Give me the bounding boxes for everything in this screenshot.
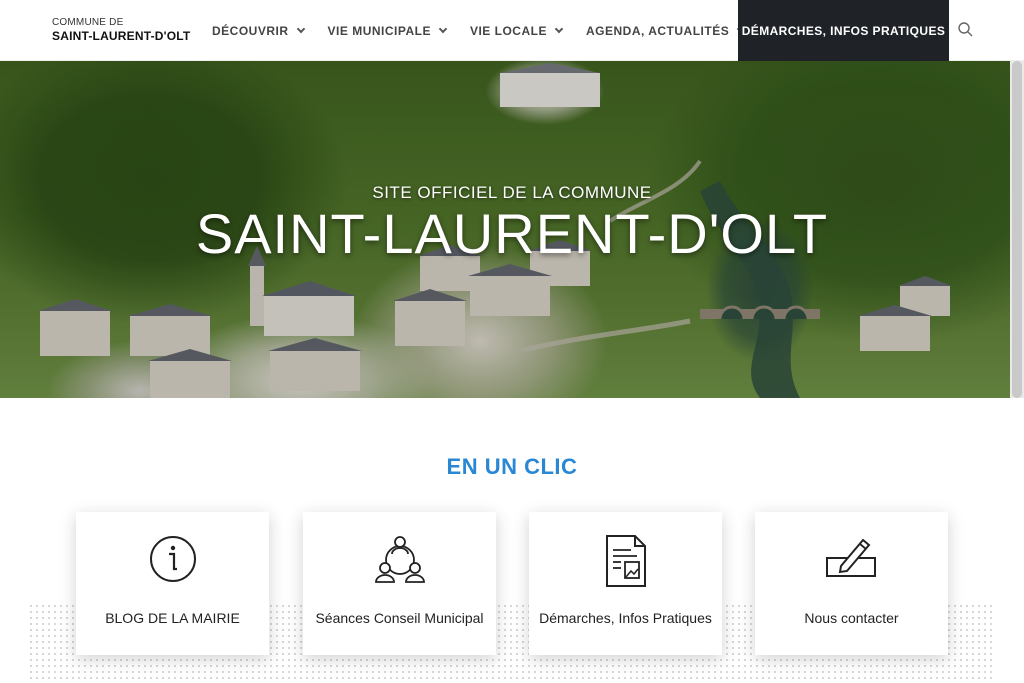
chevron-down-icon	[296, 24, 305, 33]
council-icon	[303, 534, 496, 590]
hero-banner: SITE OFFICIEL DE LA COMMUNE SAINT-LAUREN…	[0, 61, 1010, 398]
scrollbar-thumb[interactable]	[1012, 61, 1022, 398]
document-icon	[529, 534, 722, 590]
nav-item-decouvrir[interactable]: DÉCOUVRIR	[212, 0, 305, 61]
hero-subtitle: SITE OFFICIEL DE LA COMMUNE	[372, 183, 652, 202]
nav-demarches-button[interactable]: DÉMARCHES, INFOS PRATIQUES	[738, 0, 949, 61]
section-title: EN UN CLIC	[446, 454, 578, 479]
hero-title: SAINT-LAURENT-D'OLT	[195, 202, 829, 265]
card-label: Séances Conseil Municipal	[315, 609, 484, 626]
scrollbar[interactable]	[1010, 61, 1024, 398]
card-demarches[interactable]: Démarches, Infos Pratiques	[529, 512, 722, 655]
write-icon	[755, 534, 948, 590]
card-label: Démarches, Infos Pratiques	[539, 609, 712, 626]
logo-main-text: SAINT-LAURENT-D'OLT	[52, 29, 191, 43]
info-icon	[76, 534, 269, 590]
chevron-down-icon	[554, 24, 564, 33]
site-header: COMMUNE DE SAINT-LAURENT-D'OLT DÉCOUVRIR…	[0, 0, 1024, 61]
nav-item-vie-locale[interactable]: VIE LOCALE	[469, 0, 564, 61]
nav-item-agenda[interactable]: AGENDA, ACTUALITÉS	[585, 0, 746, 61]
card-seances-conseil[interactable]: Séances Conseil Municipal	[303, 512, 496, 655]
card-label: Nous contacter	[804, 609, 899, 626]
site-logo[interactable]: COMMUNE DE SAINT-LAURENT-D'OLT	[52, 17, 191, 43]
nav-label: DÉCOUVRIR	[212, 23, 289, 38]
chevron-down-icon	[438, 24, 448, 33]
search-icon[interactable]	[956, 20, 976, 40]
card-contact[interactable]: Nous contacter	[755, 512, 948, 655]
logo-small-text: COMMUNE DE	[52, 17, 124, 28]
card-blog-mairie[interactable]: BLOG DE LA MAIRIE	[76, 512, 269, 655]
main-nav: DÉCOUVRIR VIE MUNICIPALE VIE LOCALE AGEN…	[212, 0, 768, 61]
nav-label: AGENDA, ACTUALITÉS	[585, 23, 730, 38]
nav-item-vie-municipale[interactable]: VIE MUNICIPALE	[327, 0, 448, 61]
card-label: BLOG DE LA MAIRIE	[105, 609, 240, 626]
nav-label: VIE LOCALE	[469, 23, 547, 38]
nav-label: VIE MUNICIPALE	[327, 23, 431, 38]
